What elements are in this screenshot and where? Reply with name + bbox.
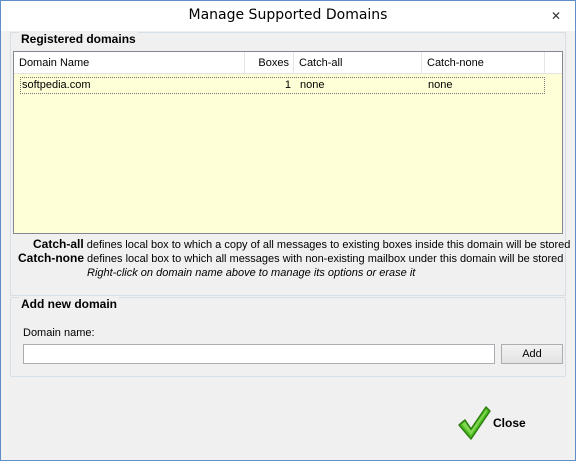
column-catch-none[interactable]: Catch-none [422,52,545,74]
list-header: Domain Name Boxes Catch-all Catch-none [14,52,562,74]
cell-boxes: 1 [284,79,291,91]
column-domain-name[interactable]: Domain Name [14,52,245,74]
catch-all-term: Catch-all [33,237,84,251]
catch-all-note: Catch-all defines local box to which a c… [33,237,570,251]
domain-name-label: Domain name: [23,327,95,339]
cell-domain: softpedia.com [22,79,91,91]
dialog-body: Registered domains Domain Name Boxes Cat… [9,31,570,455]
window-title: Manage Supported Domains [188,7,388,23]
cell-catch-all: none [300,79,325,91]
dialog-window: Manage Supported Domains ✕ Registered do… [0,0,576,461]
window-close-icon[interactable]: ✕ [547,7,565,25]
registered-domains-label: Registered domains [19,32,138,46]
checkmark-icon [458,406,491,440]
column-catch-all[interactable]: Catch-all [294,52,422,74]
registered-domains-group: Registered domains Domain Name Boxes Cat… [10,32,570,296]
catch-none-description: defines local box to which all messages … [84,253,564,265]
title-bar[interactable]: Manage Supported Domains ✕ [1,1,575,31]
close-button[interactable]: Close [457,403,537,447]
add-domain-label: Add new domain [19,297,119,311]
catch-none-term: Catch-none [18,251,84,265]
cell-catch-none: none [428,79,453,91]
domains-list[interactable]: Domain Name Boxes Catch-all Catch-none s… [13,51,563,234]
close-label: Close [493,416,526,430]
table-row[interactable]: softpedia.com 1 none none [20,77,545,94]
add-button[interactable]: Add [501,344,563,364]
column-boxes[interactable]: Boxes [245,52,294,74]
catch-none-note: Catch-none defines local box to which al… [18,251,563,265]
domain-name-input[interactable] [23,344,495,364]
right-click-hint: Right-click on domain name above to mana… [87,267,416,279]
catch-all-description: defines local box to which a copy of all… [83,239,571,251]
